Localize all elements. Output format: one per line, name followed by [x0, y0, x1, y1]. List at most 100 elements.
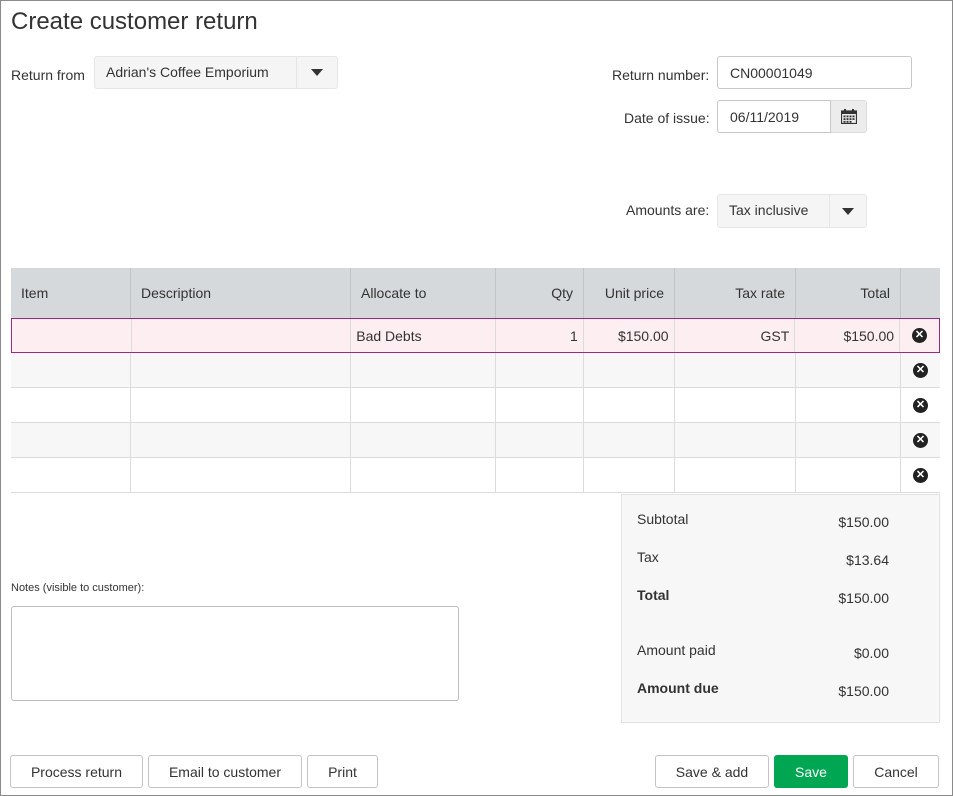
amount-paid-label: Amount paid	[637, 642, 716, 658]
table-header: Item Description Allocate to Qty Unit pr…	[11, 268, 940, 318]
cell-description[interactable]	[132, 319, 352, 352]
cell-item[interactable]	[11, 458, 131, 492]
amounts-are-label: Amounts are:	[626, 202, 710, 218]
total-value: $150.00	[838, 590, 889, 606]
notes-label: Notes (visible to customer):	[11, 582, 145, 594]
print-button[interactable]: Print	[307, 755, 378, 788]
return-from-dropdown-button[interactable]	[296, 57, 337, 88]
cell-tax-rate[interactable]	[675, 353, 796, 387]
remove-circle-icon: ✕	[913, 432, 928, 448]
col-item: Item	[11, 268, 131, 318]
return-from-label: Return from	[11, 67, 85, 83]
cell-qty[interactable]	[496, 388, 584, 422]
cell-total: $150.00	[795, 319, 901, 352]
amount-paid-row: Amount paid $0.00	[637, 642, 889, 661]
save-button[interactable]: Save	[774, 755, 848, 788]
return-number-label: Return number:	[612, 67, 710, 83]
cell-tax-rate[interactable]: GST	[675, 319, 796, 352]
cell-qty[interactable]: 1	[496, 319, 584, 352]
cell-qty[interactable]	[496, 423, 584, 457]
page-title: Create customer return	[11, 8, 258, 35]
remove-row-button[interactable]: ✕	[900, 319, 939, 352]
cell-allocate-to[interactable]: Bad Debts	[351, 319, 496, 352]
table-row[interactable]: ✕	[11, 423, 940, 458]
cell-item[interactable]	[12, 319, 132, 352]
cell-allocate-to[interactable]	[351, 423, 496, 457]
calendar-button[interactable]	[831, 100, 867, 133]
total-label: Total	[637, 587, 670, 603]
chevron-down-icon	[842, 207, 854, 215]
cell-tax-rate[interactable]	[675, 458, 796, 492]
col-allocate-to: Allocate to	[351, 268, 496, 318]
cell-unit-price[interactable]	[584, 423, 675, 457]
tax-row: Tax $13.64	[637, 549, 889, 568]
remove-row-button[interactable]: ✕	[901, 353, 940, 387]
line-items-table: Item Description Allocate to Qty Unit pr…	[11, 268, 940, 493]
process-return-button[interactable]: Process return	[10, 755, 143, 788]
col-qty: Qty	[496, 268, 584, 318]
col-actions	[901, 268, 940, 318]
cancel-button[interactable]: Cancel	[853, 755, 939, 788]
cell-allocate-to[interactable]	[351, 388, 496, 422]
return-from-value: Adrian's Coffee Emporium	[106, 64, 269, 80]
cell-item[interactable]	[11, 423, 131, 457]
remove-circle-icon: ✕	[913, 467, 928, 483]
remove-row-button[interactable]: ✕	[901, 388, 940, 422]
remove-row-button[interactable]: ✕	[901, 423, 940, 457]
date-of-issue-label: Date of issue:	[624, 110, 710, 126]
total-row: Total $150.00	[637, 587, 889, 606]
remove-circle-icon: ✕	[913, 362, 928, 378]
amount-due-row: Amount due $150.00	[637, 680, 889, 699]
amount-paid-value: $0.00	[853, 645, 889, 661]
cell-unit-price[interactable]	[584, 353, 675, 387]
col-unit-price: Unit price	[584, 268, 675, 318]
cell-qty[interactable]	[496, 353, 584, 387]
return-number-input[interactable]	[717, 56, 912, 89]
cell-allocate-to[interactable]	[351, 353, 496, 387]
cell-tax-rate[interactable]	[675, 388, 796, 422]
subtotal-row: Subtotal $150.00	[637, 511, 889, 530]
cell-description[interactable]	[131, 353, 351, 387]
cell-total	[796, 388, 901, 422]
cell-item[interactable]	[11, 353, 131, 387]
col-tax-rate: Tax rate	[675, 268, 796, 318]
notes-textarea[interactable]	[11, 606, 459, 701]
totals-panel: Subtotal $150.00 Tax $13.64 Total $150.0…	[621, 494, 940, 723]
subtotal-value: $150.00	[838, 514, 889, 530]
cell-tax-rate[interactable]	[675, 423, 796, 457]
cell-total	[796, 423, 901, 457]
cell-unit-price[interactable]: $150.00	[584, 319, 675, 352]
col-total: Total	[796, 268, 901, 318]
col-description: Description	[131, 268, 351, 318]
amounts-are-select[interactable]: Tax inclusive	[717, 194, 867, 228]
cell-item[interactable]	[11, 388, 131, 422]
amount-due-value: $150.00	[838, 683, 889, 699]
table-row[interactable]: ✕	[11, 458, 940, 493]
tax-value: $13.64	[846, 552, 889, 568]
remove-circle-icon: ✕	[913, 397, 928, 413]
cell-description[interactable]	[131, 458, 351, 492]
save-and-add-button[interactable]: Save & add	[655, 755, 769, 788]
table-row[interactable]: ✕	[11, 388, 940, 423]
cell-description[interactable]	[131, 388, 351, 422]
cell-total	[796, 353, 901, 387]
cell-qty[interactable]	[496, 458, 584, 492]
cell-allocate-to[interactable]	[351, 458, 496, 492]
email-to-customer-button[interactable]: Email to customer	[148, 755, 302, 788]
return-from-select[interactable]: Adrian's Coffee Emporium	[94, 56, 338, 89]
cell-unit-price[interactable]	[584, 458, 675, 492]
chevron-down-icon	[311, 69, 323, 76]
amount-due-label: Amount due	[637, 680, 719, 696]
calendar-icon	[840, 109, 857, 124]
tax-label: Tax	[637, 549, 659, 565]
table-row[interactable]: Bad Debts 1 $150.00 GST $150.00 ✕	[11, 318, 940, 353]
subtotal-label: Subtotal	[637, 511, 689, 527]
amounts-are-dropdown-button[interactable]	[829, 195, 866, 227]
table-row[interactable]: ✕	[11, 353, 940, 388]
amounts-are-value: Tax inclusive	[729, 202, 809, 218]
remove-circle-icon: ✕	[912, 328, 928, 343]
cell-unit-price[interactable]	[584, 388, 675, 422]
remove-row-button[interactable]: ✕	[901, 458, 940, 492]
date-of-issue-input[interactable]	[717, 100, 831, 133]
cell-description[interactable]	[131, 423, 351, 457]
